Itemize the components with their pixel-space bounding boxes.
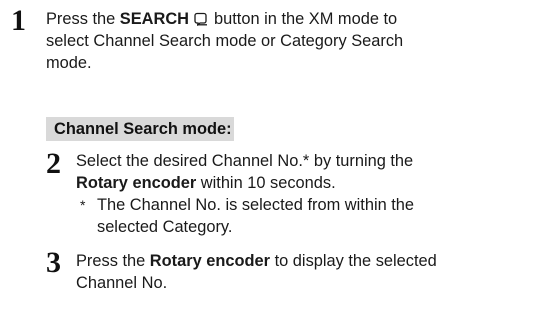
step-text-part: within 10 seconds. <box>196 174 336 192</box>
step-text: Press the SEARCH button in the XM mode to… <box>46 8 556 74</box>
step-text-part: Press the <box>76 252 150 270</box>
step-text: Press the Rotary encoder to display the … <box>76 250 556 294</box>
step-text: Select the desired Channel No.* by turni… <box>76 150 556 194</box>
channel-search-mode-header: Channel Search mode: <box>46 117 234 141</box>
step-text-line: Channel No. <box>76 274 168 292</box>
step-text-part: by turning the <box>309 152 414 170</box>
step-text-part: Press the <box>46 10 120 28</box>
step-text-part: to display the selected <box>270 252 437 270</box>
step-text-line: select Channel Search mode or Category S… <box>46 32 404 50</box>
note-asterisk: * <box>80 197 86 213</box>
step-number: 3 <box>46 246 61 279</box>
step-text-line: mode. <box>46 54 92 72</box>
step-number: 2 <box>46 147 61 180</box>
note-line: The Channel No. is selected from within … <box>97 196 415 214</box>
search-icon <box>194 12 208 26</box>
button-name: SEARCH <box>119 10 190 28</box>
step-text-part: button in the XM mode to <box>214 10 398 28</box>
note-line: selected Category. <box>97 218 233 236</box>
note-text: The Channel No. is selected from within … <box>97 194 557 238</box>
step-text-part: Select the desired Channel No. <box>76 152 303 170</box>
rotary-encoder-label: Rotary encoder <box>76 174 197 192</box>
rotary-encoder-label: Rotary encoder <box>149 252 271 270</box>
step-number: 1 <box>11 4 26 37</box>
